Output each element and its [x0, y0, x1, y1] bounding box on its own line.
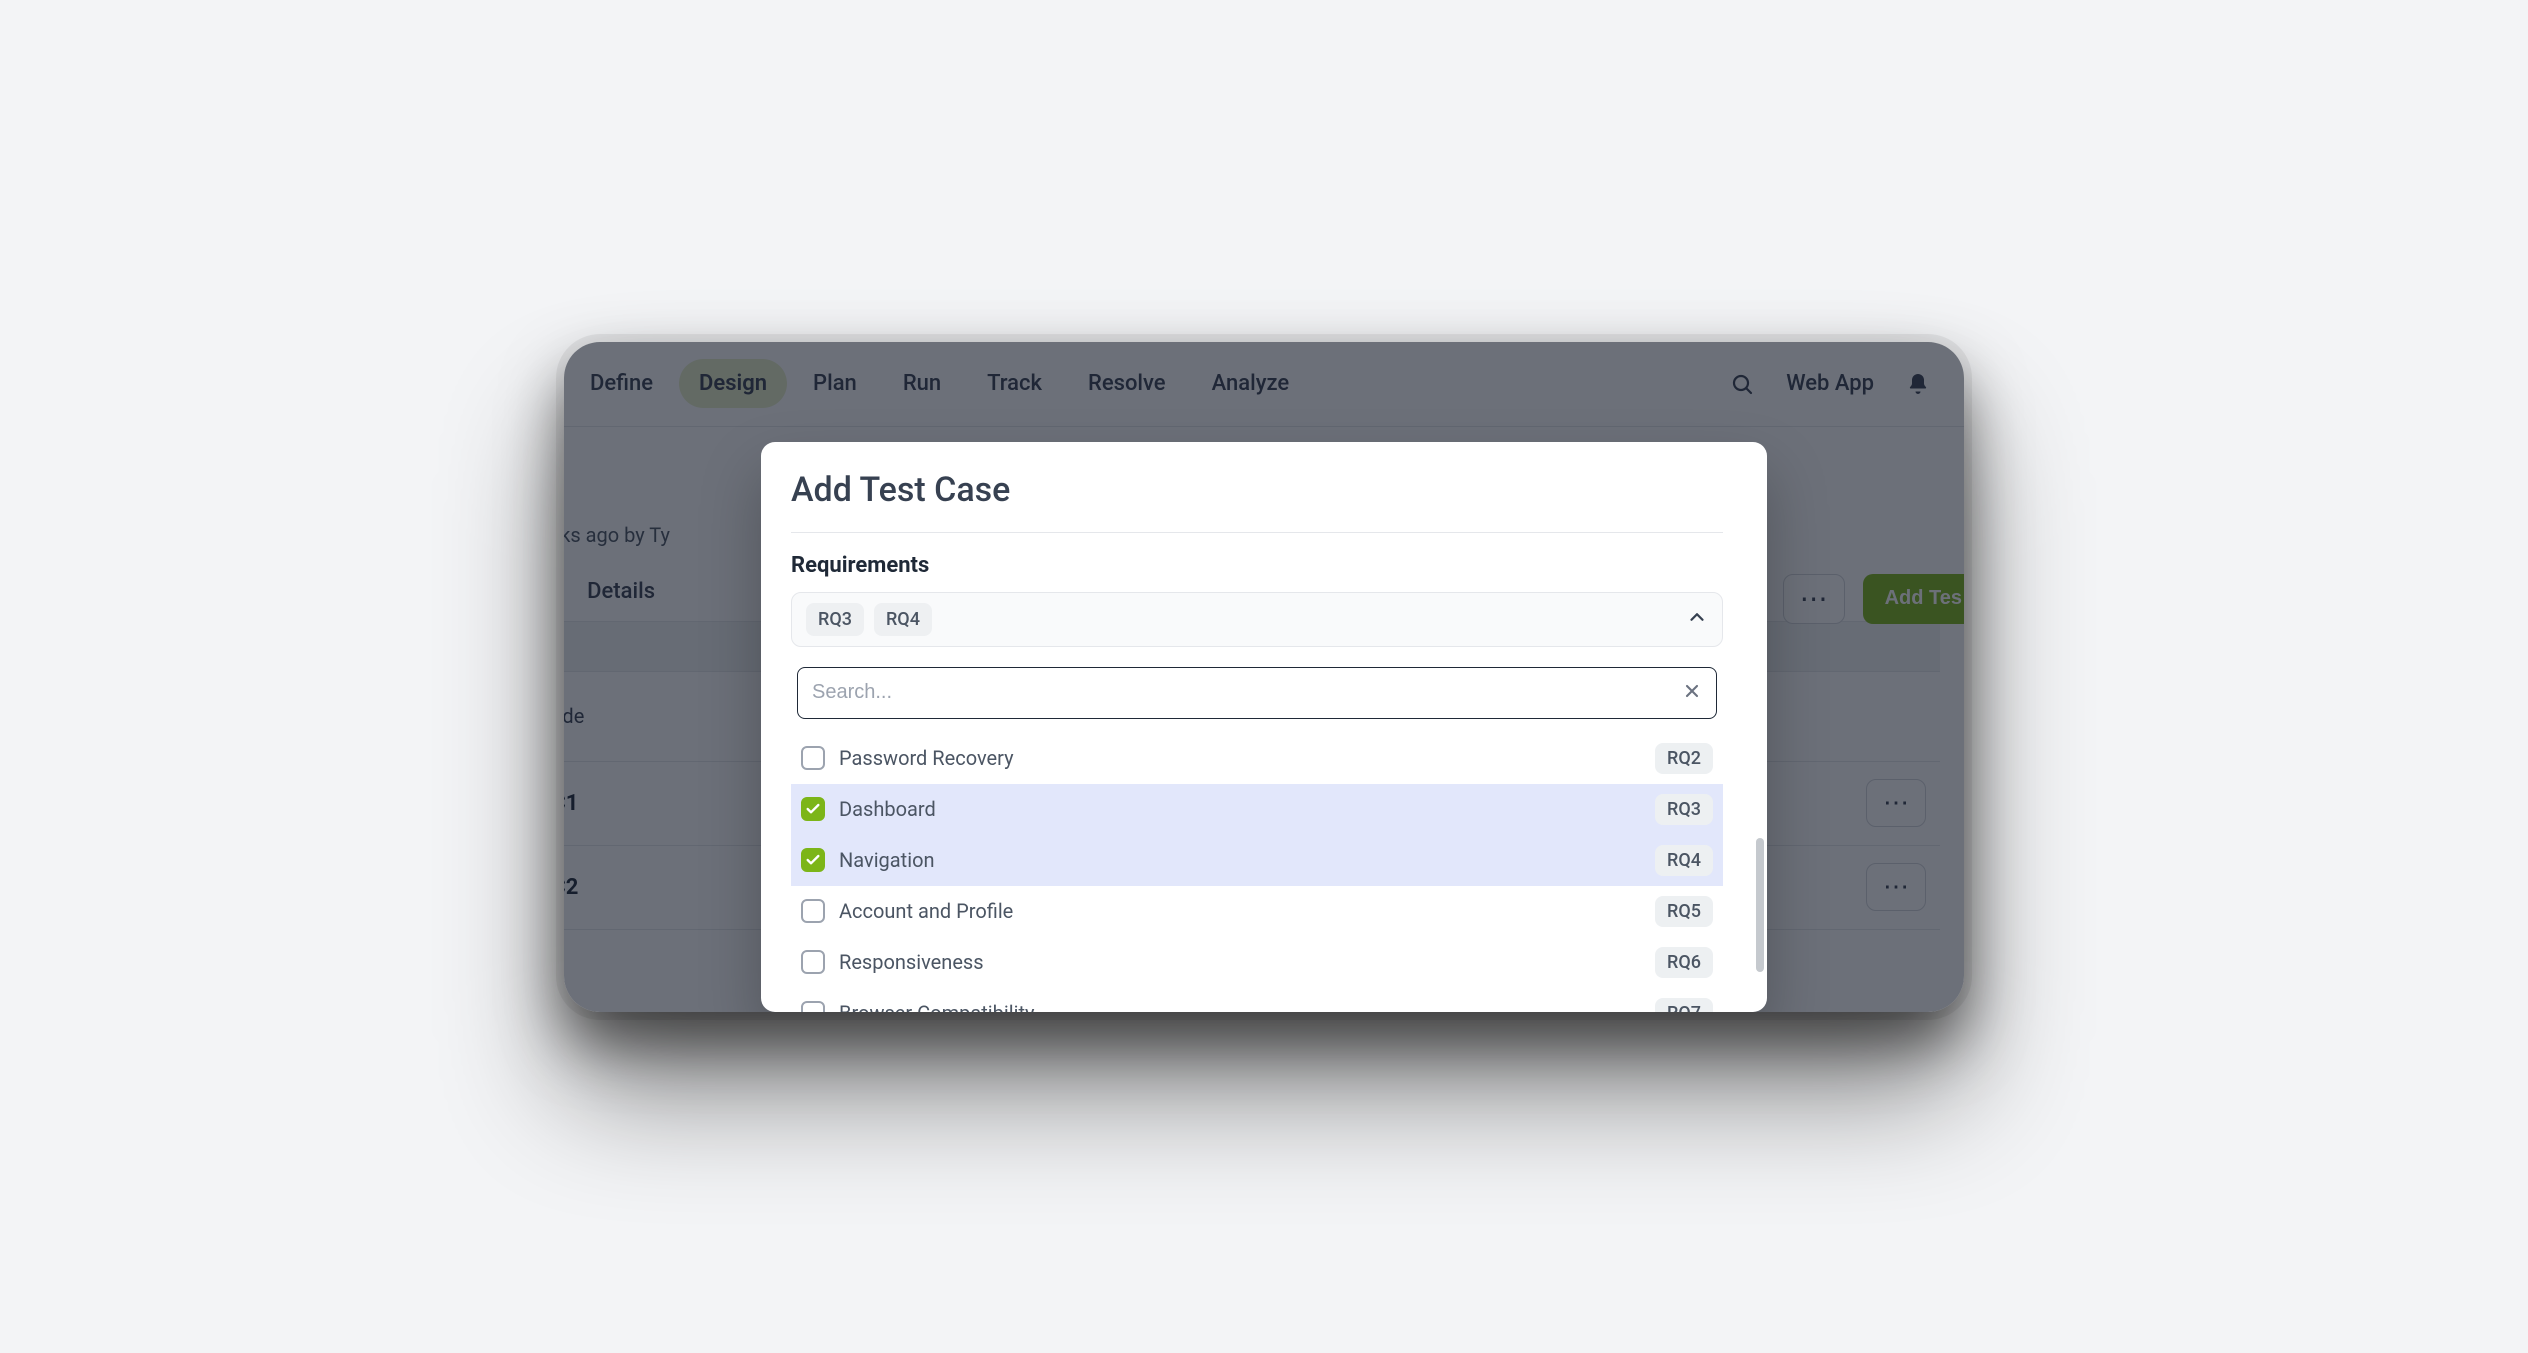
requirement-option[interactable]: Browser Compatibility RQ7: [791, 988, 1723, 1012]
requirement-option[interactable]: Dashboard RQ3: [791, 784, 1723, 835]
requirement-option[interactable]: Navigation RQ4: [791, 835, 1723, 886]
checkbox[interactable]: [801, 899, 825, 923]
selected-chip[interactable]: RQ4: [874, 603, 932, 636]
option-code-badge: RQ4: [1655, 845, 1713, 876]
modal-title: Add Test Case: [791, 470, 1723, 510]
option-label: Password Recovery: [839, 746, 1641, 770]
checkbox[interactable]: [801, 797, 825, 821]
option-label: Responsiveness: [839, 950, 1641, 974]
app-window: Define Design Plan Run Track Resolve Ana…: [564, 342, 1964, 1012]
checkbox[interactable]: [801, 950, 825, 974]
requirements-multiselect[interactable]: RQ3 RQ4: [791, 592, 1723, 647]
checkbox[interactable]: [801, 1001, 825, 1012]
dropdown-search[interactable]: [797, 667, 1717, 719]
option-label: Browser Compatibility: [839, 1001, 1641, 1012]
option-code-badge: RQ7: [1655, 998, 1713, 1012]
chevron-up-icon: [1686, 606, 1708, 632]
close-icon[interactable]: [1682, 681, 1702, 705]
option-label: Navigation: [839, 848, 1641, 872]
option-code-badge: RQ5: [1655, 896, 1713, 927]
search-input[interactable]: [812, 681, 1682, 704]
option-code-badge: RQ3: [1655, 794, 1713, 825]
add-test-case-modal: Add Test Case Requirements RQ3 RQ4: [761, 442, 1767, 1012]
checkbox[interactable]: [801, 848, 825, 872]
requirement-option[interactable]: Account and Profile RQ5: [791, 886, 1723, 937]
option-code-badge: RQ6: [1655, 947, 1713, 978]
requirement-option[interactable]: Password Recovery RQ2: [791, 733, 1723, 784]
option-label: Account and Profile: [839, 899, 1641, 923]
requirement-option[interactable]: Responsiveness RQ6: [791, 937, 1723, 988]
modal-scrollbar[interactable]: [1753, 442, 1767, 1012]
selected-chip[interactable]: RQ3: [806, 603, 864, 636]
requirements-label: Requirements: [791, 553, 1723, 578]
option-label: Dashboard: [839, 797, 1641, 821]
requirements-dropdown: Password Recovery RQ2 Dashboard RQ3 Navigati…: [791, 661, 1723, 1012]
scrollbar-thumb[interactable]: [1756, 838, 1764, 972]
checkbox[interactable]: [801, 746, 825, 770]
option-code-badge: RQ2: [1655, 743, 1713, 774]
